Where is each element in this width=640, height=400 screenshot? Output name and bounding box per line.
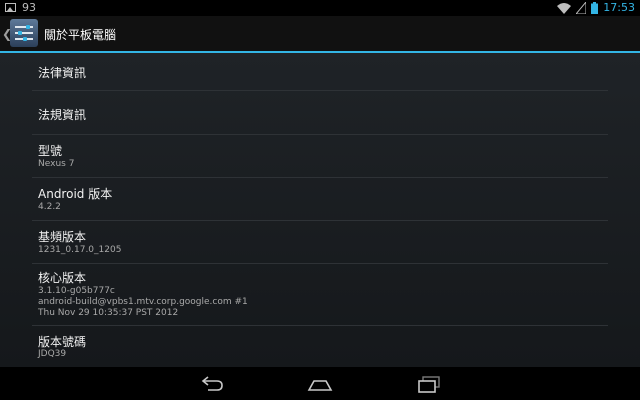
item-summary: 4.2.2 (38, 202, 61, 212)
item-summary-line: Thu Nov 29 10:35:37 PST 2012 (38, 308, 179, 318)
settings-app-icon (10, 19, 38, 47)
wifi-icon (557, 2, 572, 14)
list-item-kernel-version: 核心版本 3.1.10-g05b777c android-build@vpbs1… (32, 264, 608, 326)
item-summary: Nexus 7 (38, 159, 75, 169)
status-notifications[interactable]: 93 (5, 1, 36, 14)
item-summary: 1231_0.17.0_1205 (38, 245, 122, 255)
notification-count: 93 (22, 1, 36, 14)
item-summary-line: android-build@vpbs1.mtv.corp.google.com … (38, 297, 248, 307)
item-title: 法規資訊 (38, 108, 87, 122)
item-title: Android 版本 (38, 187, 113, 201)
item-title: 版本號碼 (38, 335, 87, 349)
signal-icon (576, 1, 587, 14)
up-button[interactable]: ❮ (0, 16, 40, 51)
page-title: 關於平板電腦 (44, 28, 117, 42)
list-item-regulatory-info[interactable]: 法規資訊 (32, 91, 608, 135)
recent-apps-icon (418, 376, 440, 393)
item-title: 基頻版本 (38, 230, 87, 244)
list-item-build-number[interactable]: 版本號碼 JDQ39 (32, 326, 608, 367)
recent-apps-button[interactable] (414, 373, 444, 395)
list-item-model: 型號 Nexus 7 (32, 135, 608, 178)
back-button[interactable] (197, 373, 227, 395)
status-time: 17:53 (603, 1, 635, 14)
list-item-android-version[interactable]: Android 版本 4.2.2 (32, 178, 608, 221)
item-summary-line: 3.1.10-g05b777c (38, 286, 115, 296)
battery-icon (591, 1, 599, 14)
home-icon (307, 380, 333, 391)
screen: 93 17:53 ❮ 關於平板電腦 法律資訊 法規資訊 型號 Nexus 7 A… (0, 0, 640, 400)
gallery-icon (5, 3, 16, 12)
home-button[interactable] (305, 373, 335, 395)
item-title: 法律資訊 (38, 66, 87, 80)
action-bar: ❮ 關於平板電腦 (0, 16, 640, 53)
back-icon (201, 376, 223, 391)
settings-list: 法律資訊 法規資訊 型號 Nexus 7 Android 版本 4.2.2 基頻… (0, 53, 640, 367)
status-bar: 93 17:53 (0, 0, 640, 16)
item-summary: JDQ39 (38, 349, 67, 359)
status-system-icons[interactable]: 17:53 (557, 1, 635, 14)
list-item-baseband-version: 基頻版本 1231_0.17.0_1205 (32, 221, 608, 264)
item-title: 型號 (38, 144, 63, 158)
navigation-bar (0, 367, 640, 400)
item-title: 核心版本 (38, 271, 87, 285)
list-item-legal-info[interactable]: 法律資訊 (32, 53, 608, 91)
